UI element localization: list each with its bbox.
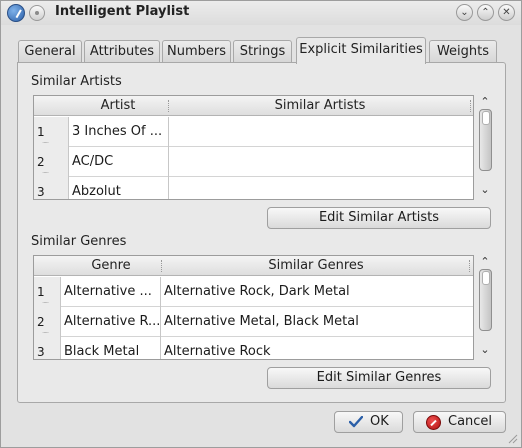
artist-cell[interactable]: Abzolut: [69, 177, 169, 199]
tab-panel: Similar Artists Artist Similar Artists 1…: [17, 62, 506, 403]
close-icon[interactable]: ✕: [498, 4, 515, 21]
similar-genres-cell[interactable]: Alternative Rock: [161, 337, 473, 359]
genre-cell[interactable]: Black Metal: [61, 337, 161, 359]
cancel-button[interactable]: Cancel: [413, 411, 506, 433]
tab-explicit-similarities[interactable]: Explicit Similarities: [296, 37, 426, 64]
row-number: 1: [34, 117, 69, 147]
table-row[interactable]: 1 3 Inches Of ...: [34, 117, 473, 147]
column-header-genre[interactable]: Genre: [61, 256, 161, 276]
column-separator: [161, 260, 162, 272]
table-row[interactable]: 1 Alternative ... Alternative Rock, Dark…: [34, 277, 473, 307]
table-row[interactable]: 3 Black Metal Alternative Rock: [34, 337, 473, 359]
title-bar[interactable]: Intelligent Playlist ⌄ ⌃ ✕: [1, 1, 521, 25]
ok-check-icon: [349, 416, 363, 428]
resize-grip-icon[interactable]: [508, 434, 518, 444]
similar-artists-cell[interactable]: [169, 147, 473, 177]
column-header-similar-genres[interactable]: Similar Genres: [163, 256, 469, 276]
scroll-down-icon[interactable]: ⌄: [479, 184, 491, 196]
row-number: 3: [34, 177, 69, 199]
edit-similar-genres-button[interactable]: Edit Similar Genres: [267, 367, 491, 389]
similar-genres-cell[interactable]: Alternative Rock, Dark Metal: [161, 277, 473, 307]
column-header-similar-artists[interactable]: Similar Artists: [170, 96, 470, 116]
ok-button[interactable]: OK: [334, 411, 403, 433]
scrollbar-grip: [482, 271, 490, 285]
tab-attributes[interactable]: Attributes: [84, 40, 160, 63]
genre-cell[interactable]: Alternative R...: [61, 307, 161, 337]
window-menu-icon[interactable]: [29, 5, 45, 21]
scrollbar-thumb[interactable]: [479, 269, 492, 331]
row-number: 2: [34, 307, 61, 337]
artists-scrollbar[interactable]: ⌃ ⌄: [477, 95, 493, 200]
scroll-up-icon[interactable]: ⌃: [479, 256, 491, 268]
genres-scrollbar[interactable]: ⌃ ⌄: [477, 255, 493, 360]
column-separator: [469, 260, 470, 272]
similar-artists-table[interactable]: Artist Similar Artists 1 3 Inches Of ...…: [33, 95, 474, 200]
minimize-icon[interactable]: ⌄: [456, 4, 473, 21]
cancel-icon: [426, 415, 441, 430]
row-number: 2: [34, 147, 69, 177]
column-separator: [470, 100, 471, 112]
dialog-window: Intelligent Playlist ⌄ ⌃ ✕ General Attri…: [0, 0, 522, 448]
tab-numbers[interactable]: Numbers: [162, 40, 231, 63]
row-number: 1: [34, 277, 61, 307]
tab-strings[interactable]: Strings: [233, 40, 292, 63]
scrollbar-grip: [482, 111, 490, 125]
cancel-label: Cancel: [448, 414, 493, 429]
similar-genres-label: Similar Genres: [31, 234, 127, 249]
table-row[interactable]: 3 Abzolut: [34, 177, 473, 199]
scrollbar-thumb[interactable]: [479, 109, 492, 171]
similar-artists-label: Similar Artists: [31, 74, 122, 89]
artist-cell[interactable]: 3 Inches Of ...: [69, 117, 169, 147]
maximize-icon[interactable]: ⌃: [477, 4, 494, 21]
window-title: Intelligent Playlist: [55, 4, 190, 19]
similar-genres-table[interactable]: Genre Similar Genres 1 Alternative ... A…: [33, 255, 474, 360]
similar-genres-cell[interactable]: Alternative Metal, Black Metal: [161, 307, 473, 337]
table-row[interactable]: 2 Alternative R... Alternative Metal, Bl…: [34, 307, 473, 337]
column-header-artist[interactable]: Artist: [68, 96, 168, 116]
edit-similar-artists-button[interactable]: Edit Similar Artists: [267, 207, 491, 229]
artist-cell[interactable]: AC/DC: [69, 147, 169, 177]
table-header: Artist Similar Artists: [34, 96, 473, 116]
scroll-down-icon[interactable]: ⌄: [479, 344, 491, 356]
column-separator: [168, 100, 169, 112]
scroll-up-icon[interactable]: ⌃: [479, 96, 491, 108]
similar-artists-cell[interactable]: [169, 117, 473, 147]
table-row[interactable]: 2 AC/DC: [34, 147, 473, 177]
tab-general[interactable]: General: [18, 40, 82, 63]
similar-artists-cell[interactable]: [169, 177, 473, 199]
app-icon[interactable]: [7, 4, 25, 22]
row-number: 3: [34, 337, 61, 359]
tab-weights[interactable]: Weights: [429, 40, 497, 63]
ok-label: OK: [370, 414, 389, 429]
genre-cell[interactable]: Alternative ...: [61, 277, 161, 307]
table-header: Genre Similar Genres: [34, 256, 473, 276]
